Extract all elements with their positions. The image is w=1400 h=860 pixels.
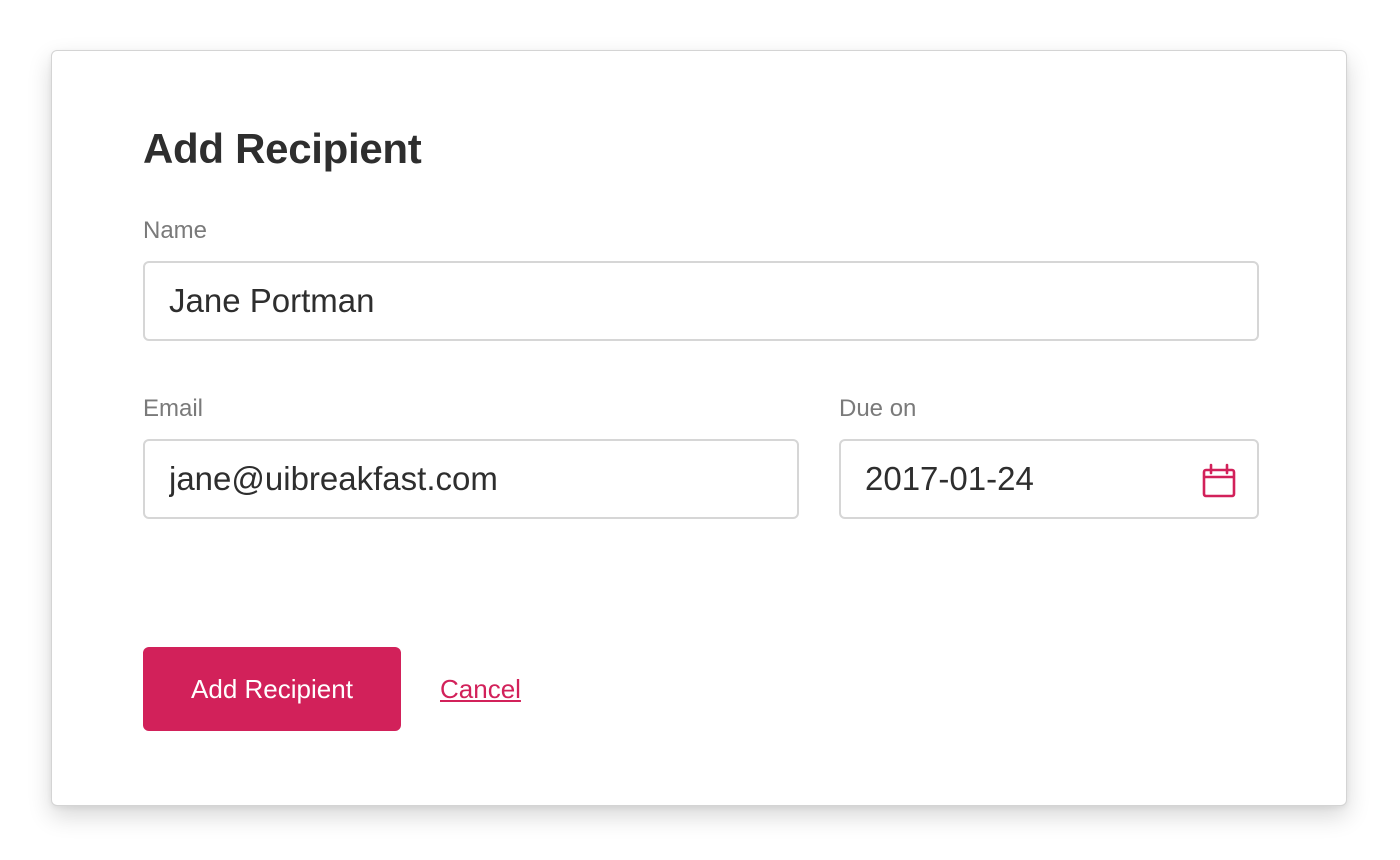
name-field-box xyxy=(143,261,1259,341)
dialog-title: Add Recipient xyxy=(143,125,422,172)
due-on-input[interactable] xyxy=(865,460,1165,498)
due-on-label: Due on xyxy=(839,395,917,422)
calendar-icon[interactable] xyxy=(1201,463,1237,499)
email-label: Email xyxy=(143,395,204,422)
name-input[interactable] xyxy=(169,282,1233,320)
name-label: Name xyxy=(143,217,208,244)
email-field-box xyxy=(143,439,799,519)
cancel-link[interactable]: Cancel xyxy=(440,673,521,705)
due-on-field-box xyxy=(839,439,1259,519)
add-recipient-dialog: Add Recipient Name Email Due on Add Reci… xyxy=(51,50,1347,806)
email-input[interactable] xyxy=(169,460,773,498)
add-recipient-button[interactable]: Add Recipient xyxy=(143,647,401,731)
